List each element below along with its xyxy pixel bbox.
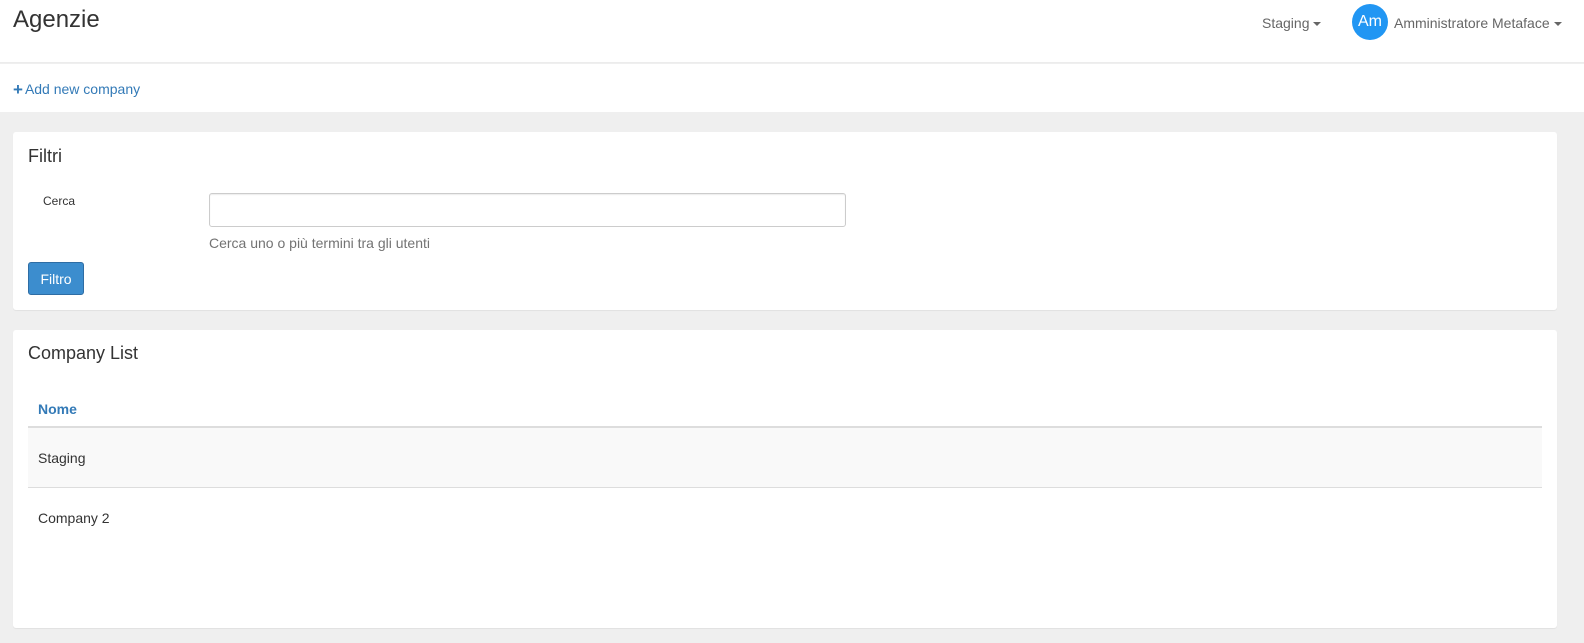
filter-button[interactable]: Filtro xyxy=(28,262,84,295)
filters-panel: Filtri Cerca Cerca uno o più termini tra… xyxy=(13,132,1557,310)
user-menu-dropdown[interactable]: Amministratore Metaface xyxy=(1394,15,1562,31)
company-name-cell: Staging xyxy=(38,450,86,466)
search-help-text: Cerca uno o più termini tra gli utenti xyxy=(209,235,430,251)
top-header: Agenzie Staging Am Amministratore Metafa… xyxy=(0,0,1584,63)
search-input[interactable] xyxy=(209,193,846,227)
add-new-company-label: Add new company xyxy=(24,81,141,97)
avatar[interactable]: Am xyxy=(1352,4,1388,40)
search-label: Cerca xyxy=(43,194,76,208)
action-toolbar: + Add new company xyxy=(0,64,1584,112)
caret-down-icon xyxy=(1553,22,1562,27)
filters-title: Filtri xyxy=(28,146,62,166)
table-header: Nome xyxy=(28,389,1542,428)
plus-icon: + xyxy=(13,80,23,99)
column-header-nome[interactable]: Nome xyxy=(38,401,77,417)
user-name: Amministratore Metaface xyxy=(1394,15,1550,31)
company-list-title: Company List xyxy=(28,343,139,363)
environment-label: Staging xyxy=(1262,15,1310,31)
environment-dropdown[interactable]: Staging xyxy=(1262,15,1322,31)
table-row[interactable]: Staging xyxy=(28,428,1542,488)
company-table: Nome Staging Company 2 xyxy=(28,389,1542,548)
caret-down-icon xyxy=(1313,22,1322,27)
company-list-panel: Company List Nome Staging Company 2 xyxy=(13,330,1557,628)
page-title: Agenzie xyxy=(13,6,100,33)
add-new-company-link[interactable]: + Add new company xyxy=(13,80,141,99)
company-name-cell: Company 2 xyxy=(38,510,110,526)
table-row[interactable]: Company 2 xyxy=(28,488,1542,548)
